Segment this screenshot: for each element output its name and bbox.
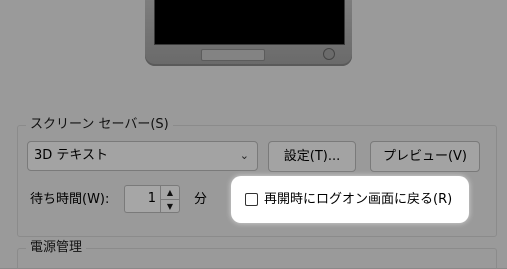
screensaver-settings-dialog: スクリーン セーバー(S) 3D テキスト ⌄ 設定(T)... プレビュー(V… xyxy=(0,0,507,269)
spin-down-icon[interactable]: ▼ xyxy=(161,200,179,213)
screensaver-select[interactable]: 3D テキスト ⌄ xyxy=(27,141,258,171)
preview-button[interactable]: プレビュー(V) xyxy=(370,141,480,172)
wait-time-input[interactable]: 1 xyxy=(124,185,160,213)
screensaver-selected-value: 3D テキスト xyxy=(34,148,109,163)
wait-time-label: 待ち時間(W): xyxy=(30,192,110,207)
preview-screen xyxy=(154,0,345,45)
power-management-group xyxy=(17,248,497,269)
wait-time-unit: 分 xyxy=(194,192,208,207)
screensaver-group-label: スクリーン セーバー(S) xyxy=(26,117,173,133)
settings-button[interactable]: 設定(T)... xyxy=(268,141,356,172)
chevron-down-icon: ⌄ xyxy=(239,149,249,162)
monitor-base-slot xyxy=(201,49,265,61)
resume-logon-label[interactable]: 再開時にログオン画面に戻る(R) xyxy=(264,192,452,208)
resume-logon-checkbox[interactable] xyxy=(245,193,258,206)
power-management-label: 電源管理 xyxy=(26,240,87,256)
monitor-preview xyxy=(145,0,352,66)
spin-up-icon[interactable]: ▲ xyxy=(161,186,179,200)
power-indicator-icon xyxy=(323,48,335,60)
wait-time-stepper[interactable]: ▲ ▼ xyxy=(160,185,180,213)
